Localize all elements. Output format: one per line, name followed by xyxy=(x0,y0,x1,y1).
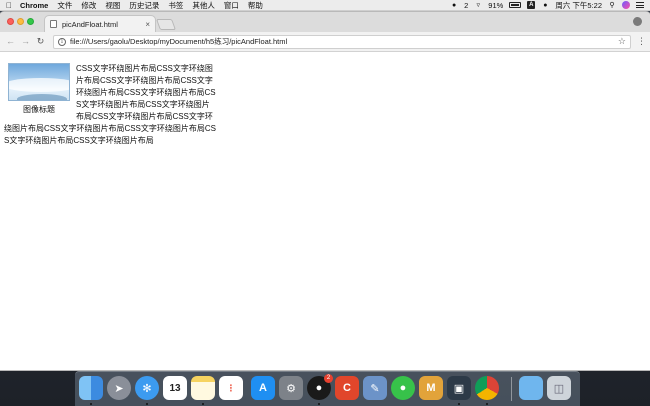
forward-arrow-icon[interactable]: → xyxy=(20,36,31,47)
qq-tray-icon[interactable]: ● xyxy=(450,2,458,9)
bookmark-star-icon[interactable]: ☆ xyxy=(618,36,626,47)
tab-close-icon[interactable]: × xyxy=(145,20,150,29)
tab-title: picAndFloat.html xyxy=(62,19,118,29)
sketch-icon[interactable]: M xyxy=(419,376,443,400)
app-store-icon[interactable]: A xyxy=(251,376,275,400)
address-bar[interactable]: i file:///Users/gaolu/Desktop/myDocument… xyxy=(53,34,631,49)
profile-icon[interactable] xyxy=(633,17,642,26)
page-icon xyxy=(50,20,57,28)
input-method-icon[interactable]: A xyxy=(527,1,536,9)
page-content: 图像标题 CSS文字环绕图片布局CSS文字环绕图片布局CSS文字环绕图片布局CS… xyxy=(0,53,650,370)
user-switch-icon[interactable]: ● xyxy=(541,2,549,9)
menu-bar:  Chrome 文件 修改 视图 历史记录 书签 其他人 窗口 帮助 ● 2 … xyxy=(0,0,650,11)
menu-view[interactable]: 视图 xyxy=(105,0,120,11)
menu-bookmarks[interactable]: 书签 xyxy=(168,0,183,11)
image-caption: 图像标题 xyxy=(23,105,55,114)
more-menu-icon[interactable]: ⋮ xyxy=(637,36,646,47)
close-window-button[interactable] xyxy=(7,18,14,25)
maximize-window-button[interactable] xyxy=(27,18,34,25)
reminders-icon[interactable]: ⋮ xyxy=(219,376,243,400)
wifi-icon[interactable]: ▿ xyxy=(474,2,482,9)
qq-running-indicator xyxy=(318,403,320,405)
menu-edit[interactable]: 修改 xyxy=(81,0,96,11)
battery-percent: 91% xyxy=(488,0,504,10)
codeacademy-icon[interactable]: C xyxy=(335,376,359,400)
safari-running-indicator xyxy=(146,403,148,405)
toolbar: ← → ↻ i file:///Users/gaolu/Desktop/myDo… xyxy=(0,32,650,52)
browser-window: picAndFloat.html × ← → ↻ i file:///Users… xyxy=(0,12,650,370)
launchpad-icon[interactable]: ➤ xyxy=(107,376,131,400)
system-preferences-icon[interactable]: ⚙ xyxy=(279,376,303,400)
finder-running-indicator xyxy=(90,403,92,405)
figure: 图像标题 xyxy=(8,63,70,115)
qq-count: 2 xyxy=(464,0,469,10)
menu-history[interactable]: 历史记录 xyxy=(129,0,159,11)
notes-running-indicator xyxy=(202,403,204,405)
calendar-icon[interactable]: 13 xyxy=(163,376,187,400)
chrome-icon[interactable] xyxy=(475,376,499,400)
new-tab-button[interactable] xyxy=(155,19,177,30)
back-arrow-icon[interactable]: ← xyxy=(5,36,16,47)
tab-strip: picAndFloat.html × xyxy=(0,12,650,32)
spotlight-icon[interactable]: ⚲ xyxy=(608,2,616,9)
tab-picandfloat[interactable]: picAndFloat.html × xyxy=(44,15,156,32)
reload-icon[interactable]: ↻ xyxy=(35,36,46,47)
status-tray: ● 2 ▿ 91% A ● 周六 下午5:22 ⚲ xyxy=(450,0,644,11)
info-icon[interactable]: i xyxy=(58,37,66,46)
battery-icon[interactable] xyxy=(509,2,522,8)
qq-badge: 2 xyxy=(324,374,333,383)
url-text[interactable]: file:///Users/gaolu/Desktop/myDocument/h… xyxy=(70,36,618,47)
menu-app-name[interactable]: Chrome xyxy=(20,1,48,10)
preview-icon[interactable]: ✎ xyxy=(363,376,387,400)
minimize-window-button[interactable] xyxy=(17,18,24,25)
apple-icon[interactable]:  xyxy=(6,1,12,10)
trim-running-indicator xyxy=(458,403,460,405)
downloads-folder-icon[interactable] xyxy=(519,376,543,400)
trash-icon[interactable]: ◫ xyxy=(547,376,571,400)
menu-window[interactable]: 窗口 xyxy=(224,0,239,11)
menu-file[interactable]: 文件 xyxy=(57,0,72,11)
notes-icon[interactable] xyxy=(191,376,215,400)
dock: ➤ ✻ 13 ⋮ A ⚙ ● 2 C ✎ ● M ▣ ◫ xyxy=(75,371,580,406)
menu-people[interactable]: 其他人 xyxy=(192,0,215,11)
trim-icon[interactable]: ▣ xyxy=(447,376,471,400)
chrome-running-indicator xyxy=(486,403,488,405)
wechat-icon[interactable]: ● xyxy=(391,376,415,400)
float-image xyxy=(8,63,70,101)
dock-separator xyxy=(511,377,512,401)
siri-icon[interactable] xyxy=(622,1,630,9)
finder-icon[interactable] xyxy=(79,376,103,400)
safari-icon[interactable]: ✻ xyxy=(135,376,159,400)
clock[interactable]: 周六 下午5:22 xyxy=(555,0,602,11)
menu-help[interactable]: 帮助 xyxy=(248,0,263,11)
notification-center-icon[interactable] xyxy=(636,2,644,8)
